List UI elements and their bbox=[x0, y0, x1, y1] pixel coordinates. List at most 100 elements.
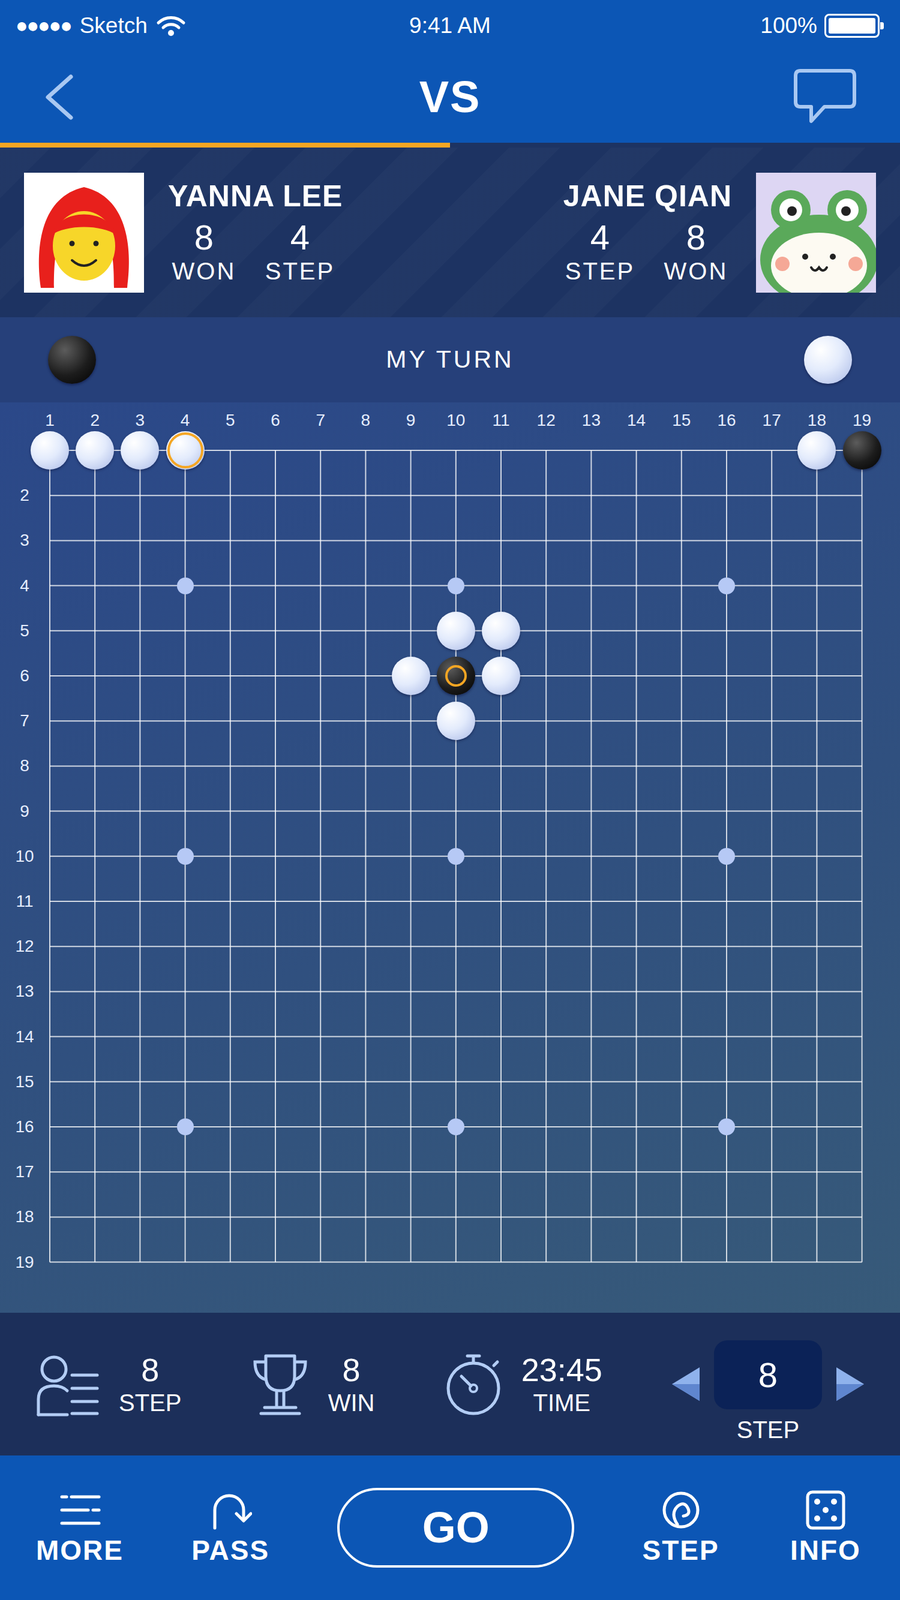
battery-percent: 100% bbox=[760, 9, 818, 43]
row-label: 4 bbox=[19, 577, 30, 595]
stat-label: WIN bbox=[328, 1389, 375, 1418]
column-label: 2 bbox=[90, 412, 100, 429]
column-label: 6 bbox=[270, 412, 281, 429]
players-header: YANNA LEE8WON4STEPJANE QIAN4STEP8WON bbox=[0, 147, 900, 318]
stat-value: 8 bbox=[168, 218, 240, 257]
board-stone[interactable] bbox=[391, 657, 431, 696]
star-point bbox=[177, 1119, 194, 1136]
row-label: 16 bbox=[15, 1119, 34, 1136]
person-list-icon bbox=[34, 1351, 101, 1418]
trophy-icon bbox=[250, 1351, 311, 1418]
next-arrow-icon[interactable] bbox=[835, 1366, 866, 1403]
player-stat: 8WON bbox=[168, 218, 240, 286]
player-stat: 8WON bbox=[660, 218, 732, 286]
stats-bar: 8STEP8WIN23:45TIME8STEP bbox=[0, 1313, 900, 1457]
column-label: 17 bbox=[762, 412, 782, 429]
step-value-group: 8 STEP bbox=[714, 1325, 822, 1445]
toolbar-label: MORE bbox=[36, 1536, 124, 1567]
column-label: 18 bbox=[807, 412, 827, 429]
pass-arrow-icon bbox=[208, 1490, 252, 1532]
carrier: Sketch bbox=[79, 9, 148, 43]
step-value-box[interactable]: 8 bbox=[714, 1341, 822, 1410]
board-stone[interactable] bbox=[843, 431, 882, 470]
turn-label: MY TURN bbox=[385, 341, 514, 379]
go-label: GO bbox=[422, 1504, 490, 1553]
column-label: 12 bbox=[537, 412, 556, 429]
column-label: 8 bbox=[361, 412, 371, 429]
player-name: YANNA LEE bbox=[168, 179, 343, 215]
row-label: 11 bbox=[15, 893, 33, 911]
star-point bbox=[718, 848, 735, 866]
board-stone[interactable] bbox=[797, 431, 836, 470]
last-move-ring bbox=[445, 665, 467, 687]
row-label: 12 bbox=[15, 938, 34, 956]
toolbar-label: PASS bbox=[191, 1536, 270, 1567]
board-stone[interactable] bbox=[166, 431, 205, 470]
board-stone[interactable] bbox=[120, 431, 159, 470]
menu-icon bbox=[58, 1490, 102, 1532]
chat-icon[interactable] bbox=[792, 67, 858, 128]
player-name: JANE QIAN bbox=[563, 179, 732, 215]
stat-text: 8WIN bbox=[328, 1351, 375, 1418]
toolbar-button[interactable]: MORE bbox=[36, 1490, 124, 1567]
board-stone[interactable] bbox=[481, 657, 521, 696]
toolbar-button[interactable]: STEP bbox=[642, 1490, 720, 1567]
progress-track bbox=[0, 142, 900, 148]
back-icon[interactable] bbox=[42, 73, 78, 122]
column-label: 5 bbox=[225, 412, 236, 429]
player-info: JANE QIAN4STEP8WON bbox=[563, 179, 732, 286]
status-right: 100% bbox=[490, 9, 885, 43]
stat-item: 8WIN bbox=[250, 1351, 375, 1418]
go-button[interactable]: GO bbox=[337, 1488, 575, 1569]
column-label: 3 bbox=[135, 412, 146, 429]
previous-arrow-icon[interactable] bbox=[670, 1366, 701, 1403]
column-label: 1 bbox=[45, 412, 55, 429]
stat-label: STEP bbox=[264, 256, 336, 286]
stopwatch-icon bbox=[443, 1351, 504, 1418]
row-label: 8 bbox=[19, 757, 30, 775]
stat-item: 23:45TIME bbox=[443, 1351, 603, 1418]
status-left: ●●●●●Sketch bbox=[15, 9, 410, 43]
row-label: 13 bbox=[15, 983, 34, 1001]
board-stone[interactable] bbox=[30, 431, 69, 470]
turn-bar: MY TURN bbox=[0, 317, 900, 403]
row-label: 19 bbox=[15, 1254, 34, 1272]
stat-value: 8 bbox=[118, 1351, 182, 1389]
column-label: 9 bbox=[406, 412, 416, 429]
star-point bbox=[447, 848, 465, 866]
toolbar-label: INFO bbox=[790, 1536, 861, 1567]
stat-label: TIME bbox=[521, 1389, 603, 1418]
player-card: JANE QIAN4STEP8WON bbox=[563, 172, 876, 293]
stat-item: 8STEP bbox=[34, 1351, 182, 1418]
column-label: 7 bbox=[315, 412, 326, 429]
wifi-icon bbox=[156, 13, 186, 38]
column-label: 14 bbox=[627, 412, 646, 429]
row-label: 7 bbox=[19, 712, 30, 730]
star-point bbox=[447, 577, 465, 595]
stat-value: 23:45 bbox=[521, 1351, 603, 1389]
board-stone[interactable] bbox=[481, 612, 521, 651]
step-label: STEP bbox=[736, 1416, 800, 1445]
stat-label: WON bbox=[660, 256, 732, 286]
avatar-icon bbox=[756, 172, 876, 293]
go-board[interactable]: 1234567891011121314151617181923456789101… bbox=[0, 402, 900, 1314]
toolbar-button[interactable]: INFO bbox=[787, 1490, 864, 1567]
nav-left bbox=[42, 73, 420, 122]
player-stat: 4STEP bbox=[264, 218, 336, 286]
star-point bbox=[718, 577, 735, 595]
toolbar-button[interactable]: PASS bbox=[191, 1490, 270, 1567]
row-label: 17 bbox=[15, 1164, 34, 1181]
board-stone[interactable] bbox=[436, 612, 476, 651]
board-stone[interactable] bbox=[75, 431, 114, 470]
column-label: 19 bbox=[852, 412, 872, 429]
stat-value: 4 bbox=[264, 218, 336, 257]
row-label: 6 bbox=[19, 667, 30, 685]
stat-text: 23:45TIME bbox=[521, 1351, 603, 1418]
board-stone[interactable] bbox=[436, 702, 476, 741]
row-label: 3 bbox=[19, 532, 30, 549]
stat-label: WON bbox=[168, 256, 240, 286]
battery-icon bbox=[824, 13, 880, 38]
board-stone[interactable] bbox=[436, 657, 476, 696]
signal-dots: ●●●●● bbox=[15, 10, 72, 41]
my-stone bbox=[48, 336, 96, 384]
